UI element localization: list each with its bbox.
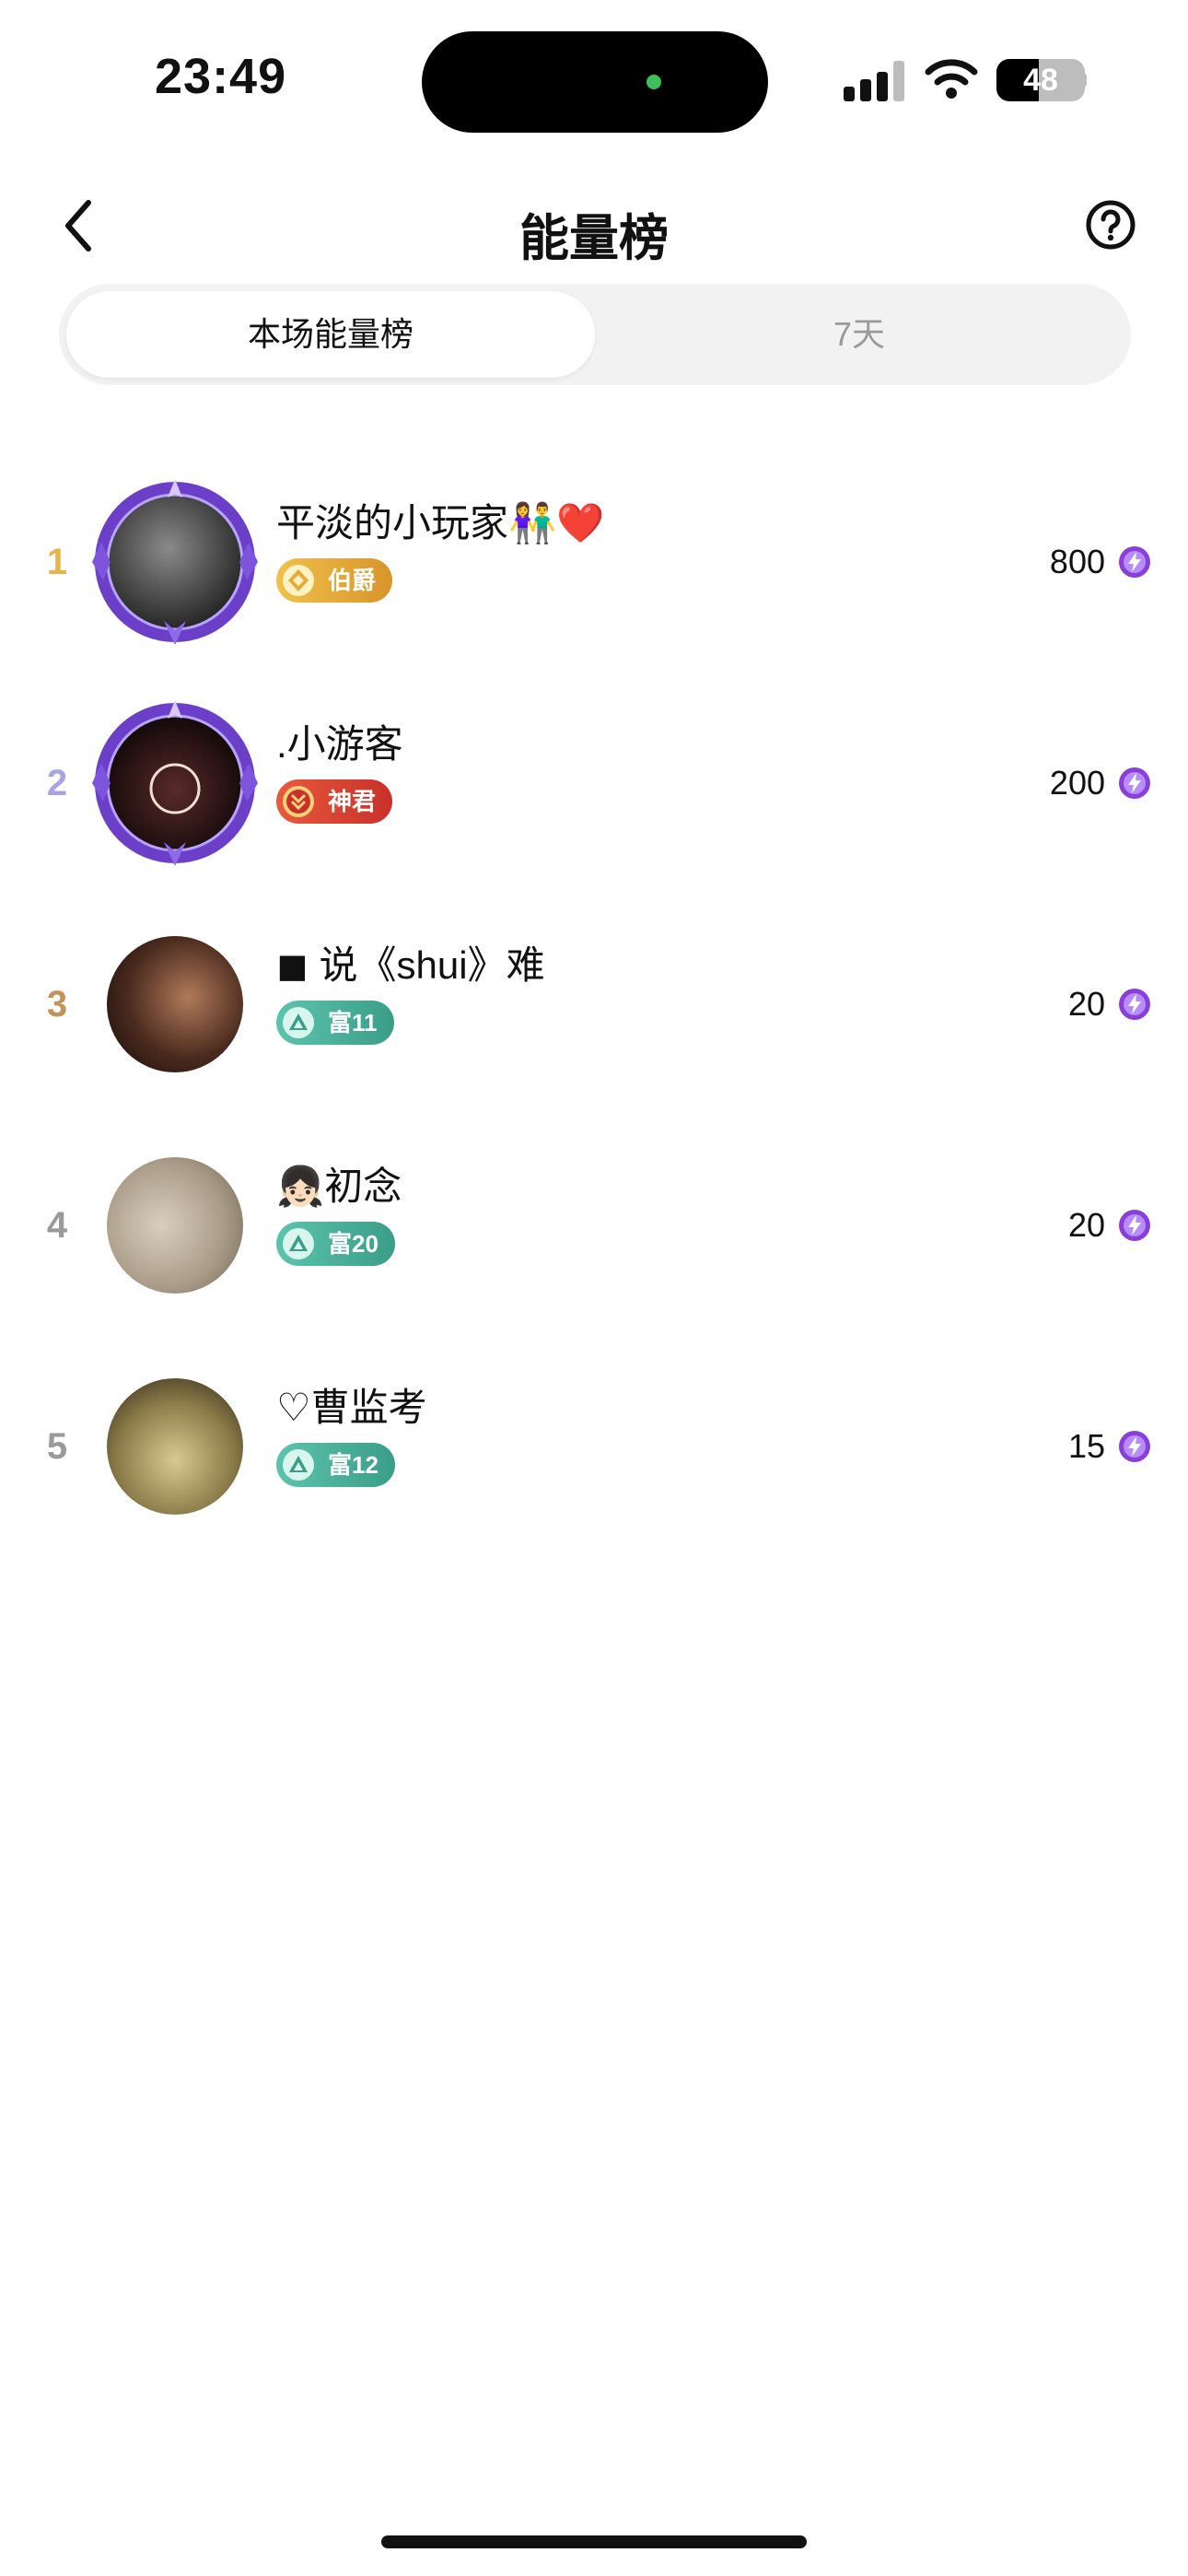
energy-score: 20 <box>1067 985 1105 1023</box>
status-time: 23:49 <box>155 49 287 104</box>
home-indicator[interactable] <box>381 2535 807 2548</box>
level-badge: 神君 <box>276 779 393 824</box>
battery-cap <box>1079 73 1087 88</box>
energy-icon <box>1119 1431 1150 1462</box>
user-name: ♡曹监考 <box>276 1386 427 1429</box>
ranking-row[interactable]: 3 ◼ 说《shui》难 富11 20 <box>0 903 1188 1106</box>
nav-bar: 能量榜 <box>0 175 1188 276</box>
avatar[interactable] <box>90 919 260 1089</box>
user-name: 👧🏻初念 <box>276 1165 402 1208</box>
tab-current-session[interactable]: 本场能量榜 <box>66 291 595 378</box>
avatar[interactable] <box>90 698 260 868</box>
energy-score: 200 <box>1049 764 1105 802</box>
wifi-icon <box>925 59 978 99</box>
help-icon[interactable] <box>1085 199 1136 251</box>
ranking-row[interactable]: 5 ♡曹监考 富12 15 <box>0 1345 1188 1548</box>
rank-number: 5 <box>46 1426 68 1467</box>
triangle-icon <box>283 1228 314 1259</box>
energy-score: 800 <box>1049 543 1105 580</box>
avatar[interactable] <box>90 1362 260 1531</box>
battery-indicator: 48 <box>996 59 1085 101</box>
level-badge: 富11 <box>276 1001 394 1045</box>
score-container: 15 <box>1068 1345 1151 1548</box>
tab-7-days[interactable]: 7天 <box>595 291 1124 378</box>
score-container: 20 <box>1068 1124 1151 1327</box>
avatar[interactable] <box>90 1141 260 1310</box>
triangle-icon <box>283 1449 314 1481</box>
user-name: 平淡的小玩家👫❤️ <box>276 501 605 544</box>
energy-score: 15 <box>1067 1427 1105 1465</box>
page-title: 能量榜 <box>519 211 669 266</box>
avatar[interactable] <box>90 477 260 647</box>
battery-level: 48 <box>1023 63 1058 98</box>
status-bar: 23:49 48 <box>0 0 1188 157</box>
badge-label: 富12 <box>328 1451 379 1479</box>
energy-icon <box>1119 1210 1150 1241</box>
score-container: 800 <box>1050 461 1151 663</box>
level-badge: 富12 <box>276 1443 395 1487</box>
ranking-row[interactable]: 4 👧🏻初念 富20 20 <box>0 1124 1188 1327</box>
rank-number: 3 <box>46 984 68 1025</box>
user-name: ◼ 说《shui》难 <box>276 943 545 987</box>
badge-label: 神君 <box>328 788 377 815</box>
rank-number: 1 <box>46 542 68 582</box>
badge-label: 伯爵 <box>328 567 377 594</box>
chevron-icon <box>283 786 314 817</box>
level-badge: 伯爵 <box>276 558 393 603</box>
camera-indicator <box>646 75 661 89</box>
badge-label: 富20 <box>328 1230 379 1258</box>
dynamic-island <box>422 31 768 133</box>
badge-label: 富11 <box>328 1009 378 1036</box>
ranking-row[interactable]: 1 平淡的小玩家👫❤️ 伯爵 800 <box>0 461 1188 663</box>
score-container: 20 <box>1068 903 1151 1106</box>
energy-score: 20 <box>1067 1206 1105 1244</box>
user-name: .小游客 <box>276 722 403 766</box>
tab-switcher: 本场能量榜 7天 <box>59 284 1131 385</box>
energy-icon <box>1119 989 1150 1020</box>
energy-icon <box>1119 546 1150 578</box>
level-badge: 富20 <box>276 1222 395 1266</box>
score-container: 200 <box>1050 682 1151 884</box>
avatar-frame <box>92 700 258 866</box>
rank-number: 4 <box>46 1205 68 1246</box>
crest-icon <box>283 565 314 596</box>
avatar-frame <box>92 479 258 645</box>
triangle-icon <box>283 1007 314 1038</box>
energy-icon <box>1119 767 1150 799</box>
rank-number: 2 <box>46 763 68 803</box>
cellular-signal-icon <box>844 61 904 101</box>
ranking-row[interactable]: 2 .小游客 神君 200 <box>0 682 1188 884</box>
